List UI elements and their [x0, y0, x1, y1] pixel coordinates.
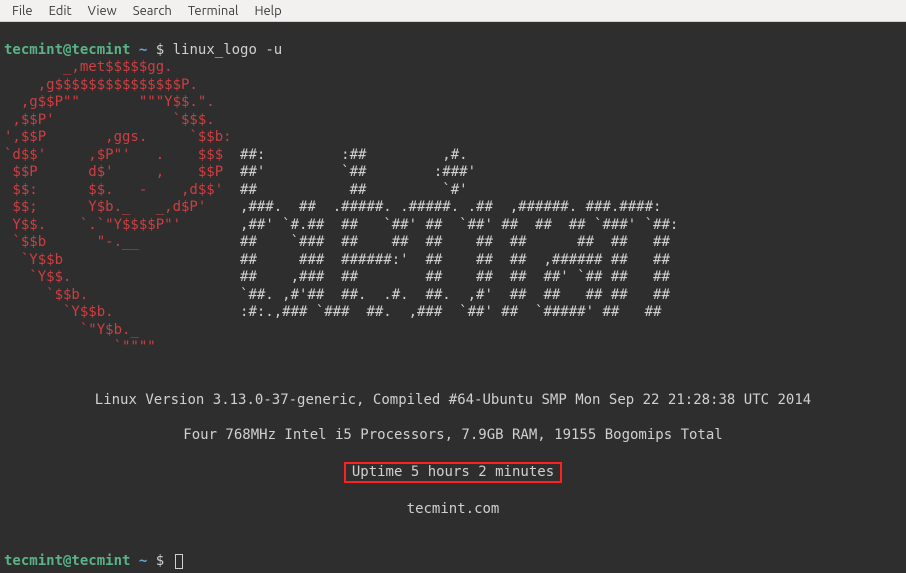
info-host: tecmint.com: [4, 501, 902, 519]
command-text: linux_logo -u: [173, 42, 283, 58]
prompt-path-2: ~: [139, 553, 147, 569]
uptime-highlight: Uptime 5 hours 2 minutes: [344, 462, 562, 484]
menu-view[interactable]: View: [80, 2, 125, 20]
prompt-user-host-2: tecmint@tecmint: [4, 553, 130, 569]
prompt-path: ~: [139, 42, 147, 58]
prompt-line-2: tecmint@tecmint ~ $: [4, 553, 183, 569]
uptime-text: Uptime 5 hours 2 minutes: [352, 464, 554, 480]
terminal-area[interactable]: tecmint@tecmint ~ $ linux_logo -u _,met$…: [0, 22, 906, 573]
menu-edit[interactable]: Edit: [41, 2, 80, 20]
menu-file[interactable]: File: [4, 2, 41, 20]
menubar: File Edit View Search Terminal Help: [0, 0, 906, 22]
menu-terminal[interactable]: Terminal: [180, 2, 247, 20]
prompt-user-host: tecmint@tecmint: [4, 42, 130, 58]
prompt-line-1: tecmint@tecmint ~ $ linux_logo -u: [4, 42, 282, 58]
menu-search[interactable]: Search: [125, 2, 180, 20]
info-hardware: Four 768MHz Intel i5 Processors, 7.9GB R…: [4, 427, 902, 445]
menu-help[interactable]: Help: [246, 2, 289, 20]
info-version: Linux Version 3.13.0-37-generic, Compile…: [4, 392, 902, 410]
prompt-dollar-2: $: [156, 553, 164, 569]
ascii-logo: _,met$$$$$gg. ,g$$$$$$$$$$$$$$$P. ,g$$P"…: [4, 59, 678, 355]
cursor-icon: [175, 554, 183, 569]
prompt-dollar: $: [156, 42, 164, 58]
